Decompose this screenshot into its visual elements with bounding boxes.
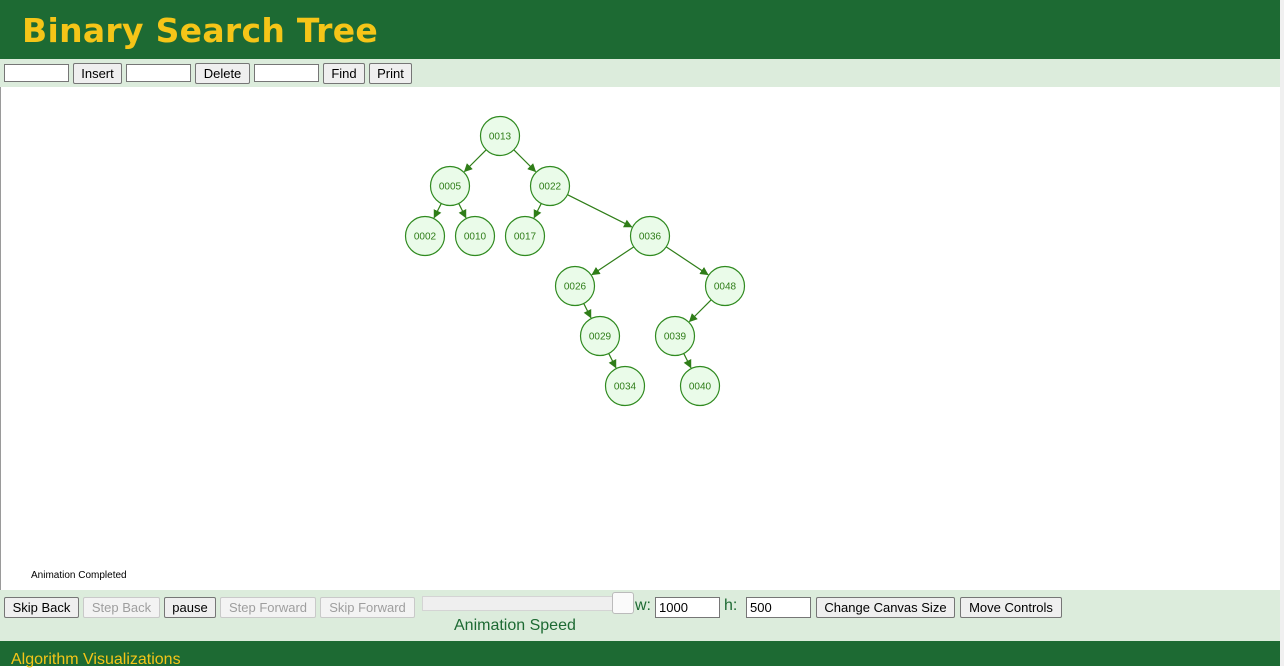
insert-input[interactable]	[4, 64, 69, 82]
footer-bar: Algorithm Visualizations	[0, 641, 1280, 669]
tree-edge	[567, 194, 633, 228]
pause-button[interactable]: pause	[164, 597, 216, 618]
canvas-height-label: h:	[724, 597, 738, 614]
tree-node-label: 0010	[464, 232, 487, 243]
tree-node-label: 0002	[414, 232, 437, 243]
tree-node: 0040	[679, 365, 721, 407]
tree-node: 0002	[404, 215, 446, 257]
tree-edge	[513, 149, 537, 173]
tree-node: 0026	[554, 265, 596, 307]
tree-node-label: 0029	[589, 332, 612, 343]
tree-edge	[683, 353, 692, 369]
tree-node: 0036	[629, 215, 671, 257]
tree-edge	[458, 203, 467, 219]
tree-node: 0034	[604, 365, 646, 407]
tree-node-label: 0017	[514, 232, 537, 243]
print-button[interactable]: Print	[369, 63, 412, 84]
step-back-button[interactable]: Step Back	[83, 597, 160, 618]
tree-node: 0029	[579, 315, 621, 357]
tree-node-label: 0022	[539, 182, 562, 193]
delete-input[interactable]	[126, 64, 191, 82]
tree-node: 0005	[429, 165, 471, 207]
tree-node: 0013	[479, 115, 521, 157]
tree-node-label: 0005	[439, 182, 462, 193]
step-forward-button[interactable]: Step Forward	[220, 597, 316, 618]
tree-node: 0022	[529, 165, 571, 207]
tree-edge	[608, 353, 617, 369]
skip-forward-button[interactable]: Skip Forward	[320, 597, 415, 618]
animation-speed-label: Animation Speed	[454, 617, 576, 634]
animation-speed-slider[interactable]	[422, 596, 634, 611]
canvas-width-input[interactable]	[655, 597, 720, 618]
canvas-width-label: w:	[635, 597, 651, 614]
tree-edge	[433, 203, 442, 219]
header-bar: Binary Search Tree	[0, 0, 1280, 59]
canvas-height-input[interactable]	[746, 597, 811, 618]
tree-node: 0048	[704, 265, 746, 307]
tree-edge	[533, 203, 542, 219]
tree-node: 0017	[504, 215, 546, 257]
delete-button[interactable]: Delete	[195, 63, 250, 84]
toolbar: Insert Delete Find Print	[0, 59, 1280, 87]
move-controls-button[interactable]: Move Controls	[960, 597, 1062, 618]
tree-node-label: 0034	[614, 382, 637, 393]
tree-node-label: 0013	[489, 132, 512, 143]
tree-node-label: 0040	[689, 382, 712, 393]
tree-node-label: 0036	[639, 232, 662, 243]
find-input[interactable]	[254, 64, 319, 82]
insert-button[interactable]: Insert	[73, 63, 122, 84]
footer-link[interactable]: Algorithm Visualizations	[11, 651, 181, 669]
page-title: Binary Search Tree	[22, 11, 379, 50]
change-canvas-size-button[interactable]: Change Canvas Size	[816, 597, 955, 618]
page-scrollbar[interactable]	[1280, 0, 1284, 666]
tree-diagram: 0013 0005 0022 0002 0010 0017 0036 0026 0048 0029…	[404, 115, 746, 407]
tree-edge	[583, 303, 592, 319]
tree-node-label: 0039	[664, 332, 687, 343]
tree-node: 0010	[454, 215, 496, 257]
tree-edge	[665, 246, 709, 276]
animation-status: Animation Completed	[31, 570, 127, 581]
tree-edge	[463, 149, 487, 173]
tree-node-label: 0026	[564, 282, 587, 293]
tree-node: 0039	[654, 315, 696, 357]
tree-edge	[591, 246, 635, 276]
animation-speed-slider-thumb[interactable]	[612, 592, 634, 614]
tree-node-label: 0048	[714, 282, 737, 293]
skip-back-button[interactable]: Skip Back	[4, 597, 79, 618]
find-button[interactable]: Find	[323, 63, 365, 84]
tree-edge	[688, 299, 712, 323]
